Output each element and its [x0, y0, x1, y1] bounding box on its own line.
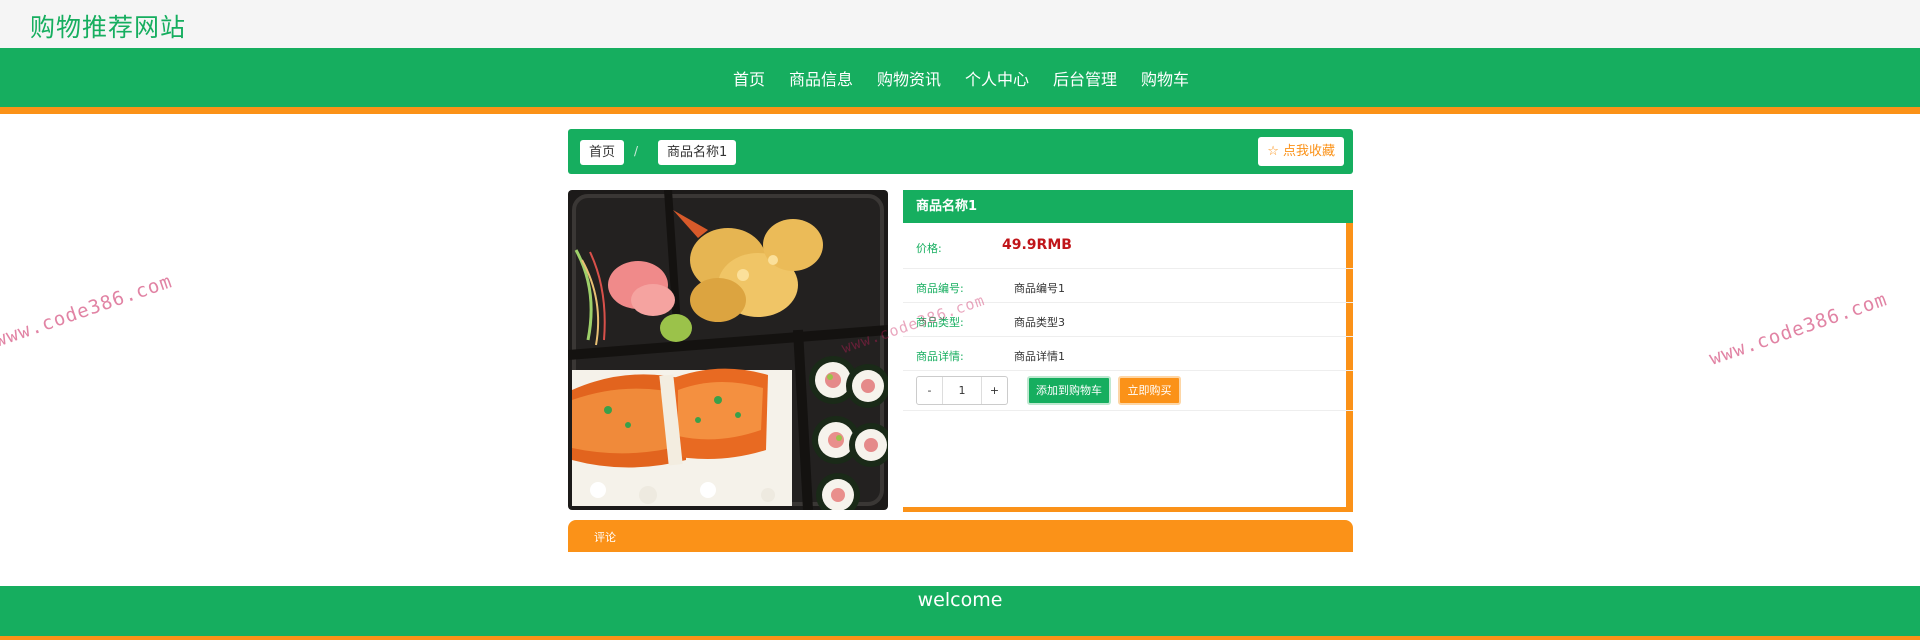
- field-label-product-detail: 商品详情:: [916, 350, 964, 363]
- nav-item-admin[interactable]: 后台管理: [1053, 66, 1117, 90]
- breadcrumb-home[interactable]: 首页: [580, 140, 625, 165]
- nav-item-cart[interactable]: 购物车: [1141, 66, 1189, 90]
- nav-item-news[interactable]: 购物资讯: [877, 66, 941, 90]
- breadcrumb-current[interactable]: 商品名称1: [658, 140, 737, 165]
- field-row: 商品详情: 商品详情1: [903, 337, 1353, 371]
- comment-label[interactable]: 评论: [594, 529, 616, 545]
- footer: welcome: [0, 586, 1920, 640]
- field-value-product-code: 商品编号1: [1014, 282, 1065, 295]
- buy-now-button[interactable]: 立即购买: [1118, 376, 1181, 405]
- quantity-decrease-button[interactable]: -: [917, 377, 942, 404]
- nav-item-products[interactable]: 商品信息: [789, 66, 853, 90]
- comment-section-bar: 评论: [568, 520, 1353, 552]
- footer-text: welcome: [917, 589, 1003, 611]
- nav-item-home[interactable]: 首页: [733, 66, 765, 90]
- breadcrumb-separator: /: [634, 144, 639, 158]
- add-to-cart-button[interactable]: 添加到购物车: [1027, 376, 1111, 405]
- favorite-button[interactable]: ☆ 点我收藏: [1258, 137, 1344, 166]
- main-navbar: 首页 商品信息 购物资讯 个人中心 后台管理 购物车: [0, 48, 1920, 114]
- field-value-product-detail: 商品详情1: [1014, 350, 1065, 363]
- quantity-input[interactable]: 1: [942, 377, 982, 404]
- site-title[interactable]: 购物推荐网站: [30, 8, 186, 44]
- product-name-header: 商品名称1: [903, 190, 1353, 223]
- watermark-right: www.code386.com: [1706, 288, 1891, 370]
- quantity-stepper: - 1 +: [916, 376, 1008, 405]
- top-header: 购物推荐网站: [0, 0, 1920, 48]
- field-label-product-code: 商品编号:: [916, 282, 964, 295]
- price-row: 价格: 49.9RMB: [903, 223, 1353, 269]
- product-image: [568, 190, 888, 510]
- bento-food-image: [568, 190, 888, 510]
- nav-menu: 首页 商品信息 购物资讯 个人中心 后台管理 购物车: [0, 48, 1920, 107]
- breadcrumb-bar: 首页 商品名称1 ☆ 点我收藏: [568, 129, 1353, 174]
- watermark-left: www.code386.com: [0, 270, 176, 352]
- price-label: 价格:: [916, 242, 942, 255]
- quantity-increase-button[interactable]: +: [982, 377, 1007, 404]
- field-value-product-type: 商品类型3: [1014, 316, 1065, 329]
- nav-item-user-center[interactable]: 个人中心: [965, 66, 1029, 90]
- product-info-panel: 商品名称1 价格: 49.9RMB 商品编号: 商品编号1 商品类型: 商品类型…: [903, 190, 1353, 512]
- price-value: 49.9RMB: [1002, 237, 1072, 253]
